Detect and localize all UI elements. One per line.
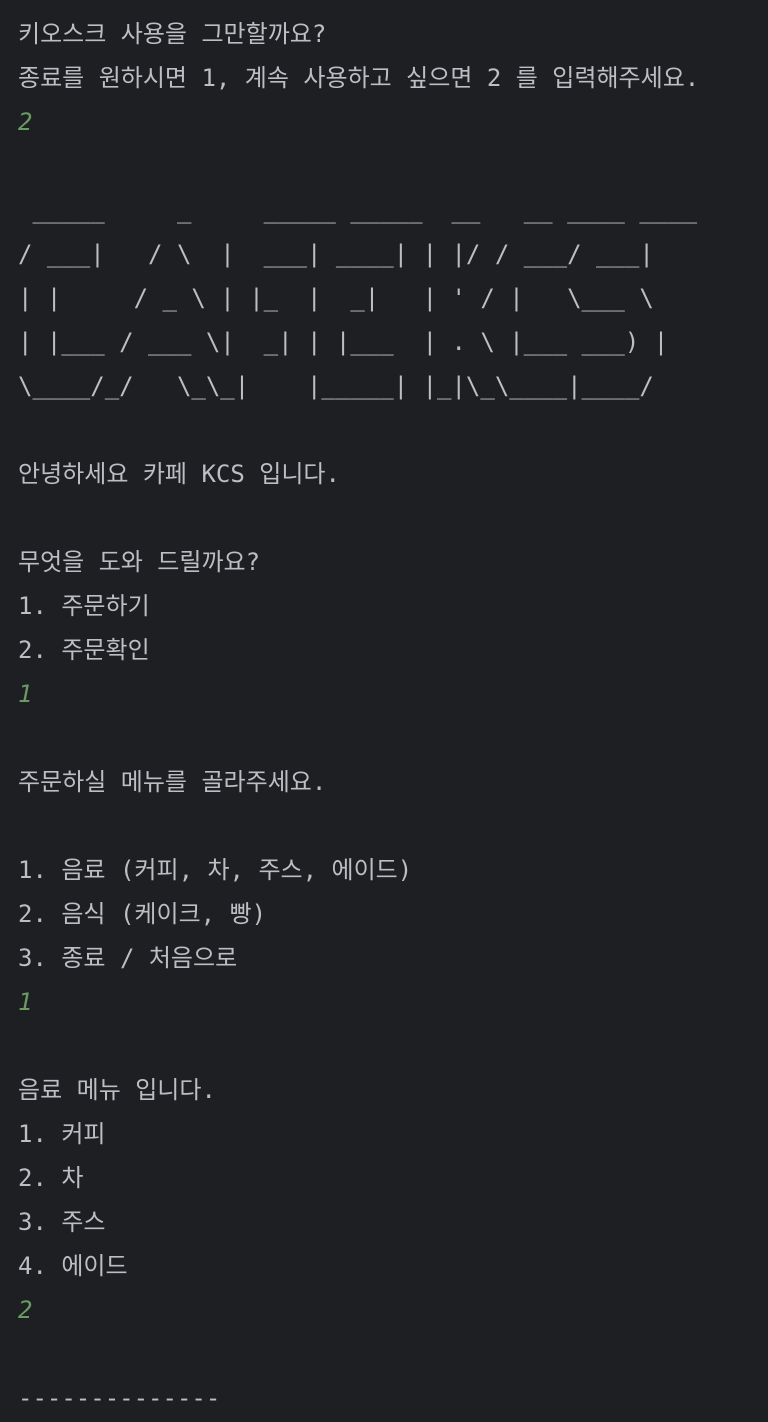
output-line: / ___| / \ | ___| ____| | |/ / ___/ ___| [18,240,654,268]
output-line: _____ _ _____ _____ __ __ ____ ____ [18,196,698,224]
output-line: -------------- [18,1384,221,1412]
output-line: 주문하실 메뉴를 골라주세요. [18,768,327,796]
user-input-line: 1 [18,680,33,708]
output-line: 안녕하세요 카페 KCS 입니다. [18,460,340,488]
user-input-line: 2 [18,108,33,136]
output-line: | |___ / ___ \| _| | |___ | . \ |___ ___… [18,328,669,356]
output-line: 무엇을 도와 드릴까요? [18,548,261,576]
output-line: 1. 음료 (커피, 차, 주스, 에이드) [18,856,413,884]
user-input-line: 1 [18,988,33,1016]
user-input-line: 2 [18,1296,33,1324]
output-line: 4. 에이드 [18,1252,128,1280]
console-output: 키오스크 사용을 그만할까요? 종료를 원하시면 1, 계속 사용하고 싶으면 2… [0,0,768,1422]
output-line: 2. 음식 (케이크, 빵) [18,900,267,928]
output-line: 1. 주문하기 [18,592,150,620]
output-line: 3. 종료 / 처음으로 [18,944,238,972]
output-line: 3. 주스 [18,1208,106,1236]
output-line: 종료를 원하시면 1, 계속 사용하고 싶으면 2 를 입력해주세요. [18,64,700,92]
output-line: 키오스크 사용을 그만할까요? [18,20,327,48]
output-line: 2. 주문확인 [18,636,150,664]
output-line: | | / _ \ | |_ | _| | ' / | \___ \ [18,284,654,312]
output-line: 1. 커피 [18,1120,106,1148]
output-line: \____/_/ \_\_| |_____| |_|\_\____|____/ [18,372,654,400]
output-line: 2. 차 [18,1164,84,1192]
output-line: 음료 메뉴 입니다. [18,1076,216,1104]
